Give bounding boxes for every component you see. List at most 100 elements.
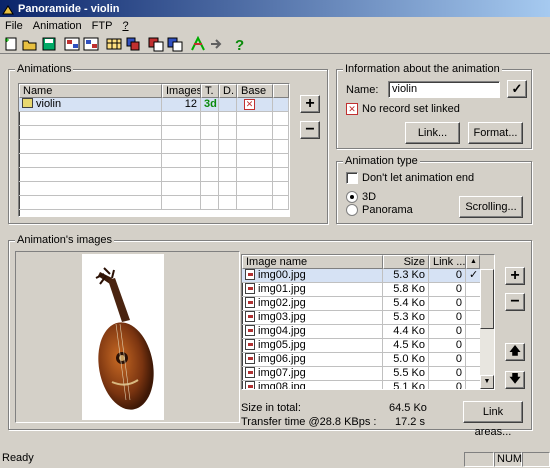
table-row[interactable]: img01.jpg 5.8 Ko 0 [242,283,494,297]
col-base[interactable]: Base [237,84,273,98]
animation-type-group-title: Animation type [343,155,420,167]
images-rows: img00.jpg 5.3 Ko 0 ✓ img01.jpg 5.8 Ko 0 img02.j… [242,269,494,390]
table-row[interactable]: img00.jpg 5.3 Ko 0 ✓ [242,269,494,283]
title-bar: Panoramide - violin [0,0,550,17]
image-name: img01.jpg [258,283,306,295]
animation-icon[interactable] [64,36,80,52]
radio-3d[interactable] [346,191,358,203]
image-size: 4.5 Ko [383,339,429,353]
image-size: 4.4 Ko [383,325,429,339]
col-image-name[interactable]: Image name [242,255,383,269]
add-image-button[interactable]: + [505,267,525,285]
animation-icon-row [22,98,33,108]
images-scrollbar[interactable]: ▼ [480,269,494,389]
image-file-icon [245,325,255,336]
base-checkbox[interactable]: ✕ [244,99,255,110]
row-spacer [466,339,480,353]
table-icon[interactable] [106,36,122,52]
image-file-icon [245,297,255,308]
link-button[interactable]: Link... [405,122,460,144]
remove-animation-button[interactable]: − [300,121,320,139]
animation-type: 3d [201,98,219,112]
radio-panorama[interactable] [346,204,358,216]
menu-file[interactable]: File [0,20,28,32]
image-file-icon [245,283,255,294]
menu-help[interactable]: ? [117,20,133,32]
window-title: Panoramide - violin [18,2,120,15]
no-record-label: No record set linked [362,103,460,115]
col-name[interactable]: Name [19,84,162,98]
scroll-up-header-icon[interactable]: ▲ [466,255,480,269]
size-total-value: 64.5 Ko [389,402,427,414]
col-type[interactable]: T. [201,84,219,98]
menu-ftp[interactable]: FTP [87,20,118,32]
table-row[interactable]: img03.jpg 5.3 Ko 0 [242,311,494,325]
image-link: 0 [429,325,466,339]
name-label: Name: [346,84,379,96]
help-icon[interactable]: ? [232,36,248,54]
scrolling-button[interactable]: Scrolling... [459,196,523,218]
format-button[interactable]: Format... [468,122,523,144]
image-name: img03.jpg [258,311,306,323]
add-animation-button[interactable]: + [300,95,320,113]
table-row[interactable]: img07.jpg 5.5 Ko 0 [242,367,494,381]
animation-add-icon[interactable] [83,36,99,52]
remove-image-button[interactable]: − [505,293,525,311]
col-d[interactable]: D. [219,84,237,98]
export-icon[interactable] [167,36,183,52]
table-row[interactable]: img05.jpg 4.5 Ko 0 [242,339,494,353]
transfer-time-label: Transfer time @28.8 KBps : [241,416,377,428]
col-size[interactable]: Size [383,255,429,269]
image-link: 0 [429,269,466,283]
info-group: Information about the animation Name: vi… [336,63,532,149]
table-row[interactable]: violin 12 3d ✕ [19,98,289,112]
new-icon[interactable] [3,36,19,52]
table-row[interactable]: img08.jpg 5.1 Ko 0 [242,381,494,390]
app-icon [2,3,14,15]
preview-frame [15,251,240,423]
dont-end-checkbox[interactable] [346,172,358,184]
name-field[interactable]: violin [388,81,500,98]
image-size: 5.8 Ko [383,283,429,297]
table-row[interactable]: img04.jpg 4.4 Ko 0 [242,325,494,339]
col-link[interactable]: Link ... [429,255,466,269]
open-icon[interactable] [22,36,38,52]
upload-icon[interactable] [190,35,206,52]
animations-table[interactable]: Name Images T. D. Base violin 12 3d ✕ [18,83,290,217]
scroll-down-icon[interactable]: ▼ [480,375,494,389]
table-row[interactable]: img06.jpg 5.0 Ko 0 [242,353,494,367]
link-areas-button[interactable]: Link areas... [463,401,523,438]
import-icon[interactable] [148,36,164,52]
dont-end-label: Don't let animation end [362,172,475,184]
image-name: img04.jpg [258,325,306,337]
image-name: img08.jpg [258,381,306,390]
images-icon[interactable] [125,36,141,52]
image-name: img00.jpg [258,269,306,281]
num-lock-indicator: NUM [494,452,522,467]
images-table[interactable]: Image name Size Link ... ▲ img00.jpg 5.3 … [241,254,495,390]
image-link: 0 [429,381,466,389]
image-link: 0 [429,339,466,353]
move-up-button[interactable]: 🡅 [505,343,525,361]
animations-table-header: Name Images T. D. Base [19,84,289,98]
image-file-icon [245,353,255,364]
download-icon[interactable] [209,36,225,52]
animation-images: 12 [162,98,201,112]
confirm-name-button[interactable]: ✓ [507,80,527,98]
image-size: 5.5 Ko [383,367,429,381]
animations-group: Animations Name Images T. D. Base violin… [8,63,328,224]
scroll-thumb[interactable] [480,269,494,329]
image-link: 0 [429,297,466,311]
save-icon[interactable] [41,36,57,52]
status-text: Ready [2,452,34,464]
menu-animation[interactable]: Animation [28,20,87,32]
move-down-button[interactable]: 🡇 [505,371,525,389]
col-images[interactable]: Images [162,84,201,98]
table-row[interactable]: img02.jpg 5.4 Ko 0 [242,297,494,311]
row-spacer [466,311,480,325]
image-size: 5.4 Ko [383,297,429,311]
image-name: img05.jpg [258,339,306,351]
app-window: Panoramide - violin File Animation FTP ?… [0,0,550,468]
no-record-x-icon: ✕ [346,103,358,115]
size-total-label: Size in total: [241,402,301,414]
